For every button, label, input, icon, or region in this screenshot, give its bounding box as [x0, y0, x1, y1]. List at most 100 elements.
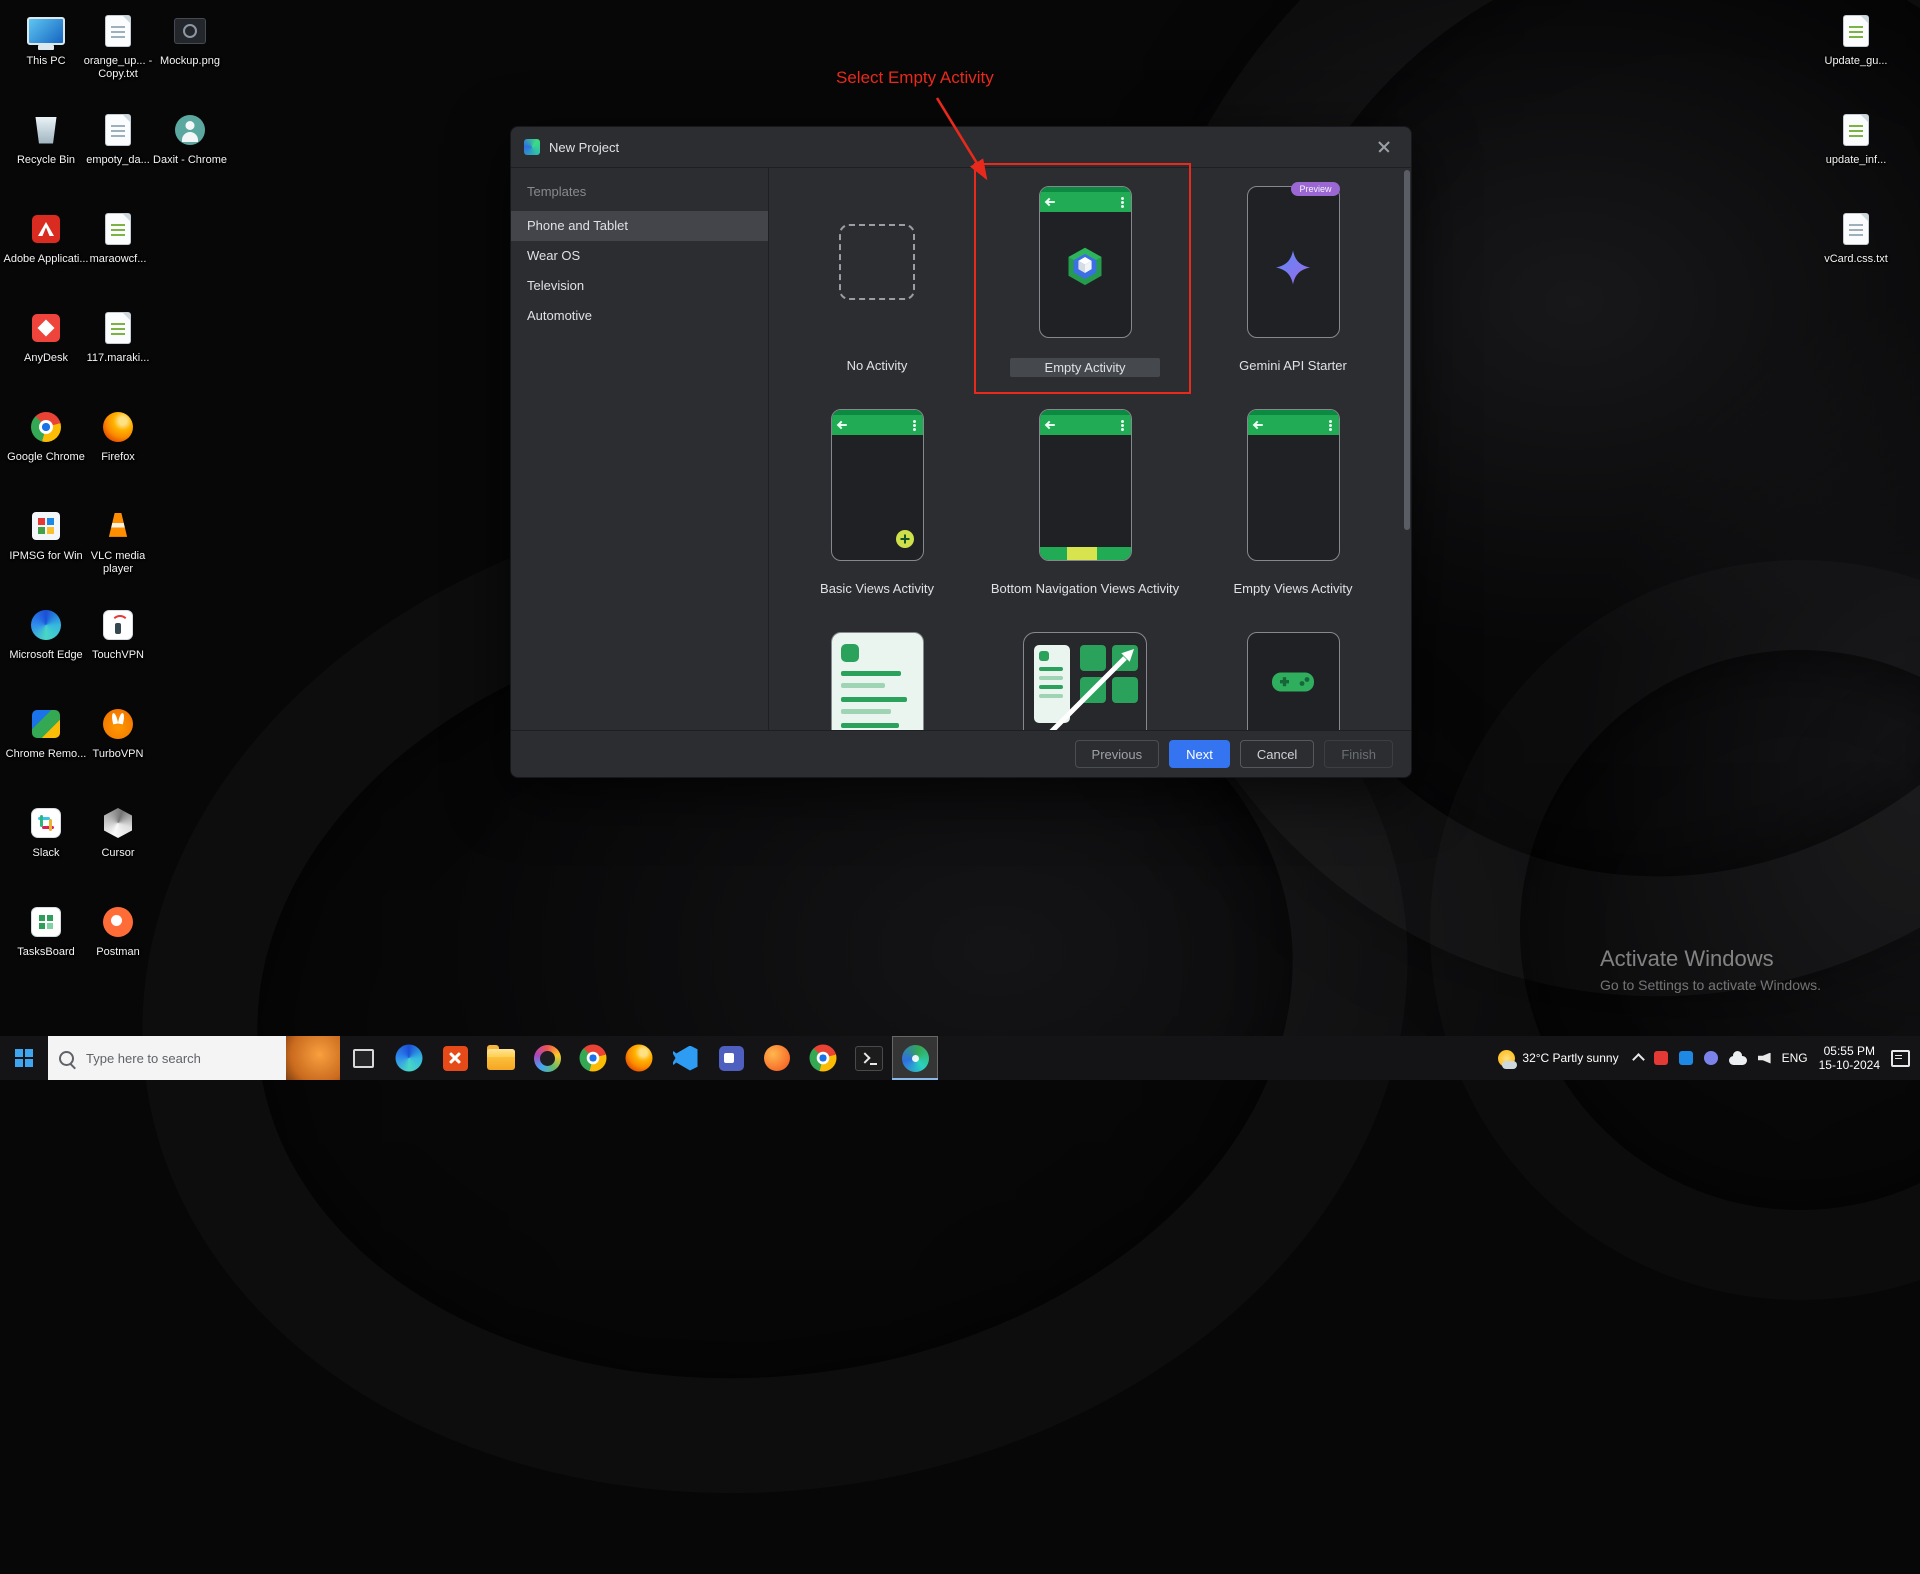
sidebar-item-automotive[interactable]: Automotive [511, 301, 768, 331]
desktop-icon-label: AnyDesk [23, 352, 69, 364]
previous-button[interactable]: Previous [1074, 740, 1160, 768]
desktop-icon-mockup-png[interactable]: Mockup.png [146, 6, 234, 102]
search-highlight-image[interactable] [286, 1036, 340, 1080]
taskbar-app-file-explorer[interactable] [478, 1036, 524, 1080]
back-arrow-icon [1254, 424, 1263, 426]
taskbar-search[interactable] [48, 1036, 340, 1080]
cancel-button[interactable]: Cancel [1239, 740, 1315, 768]
template-card-empty-views-activity[interactable]: Empty Views Activity [1189, 391, 1397, 614]
diagonal-arrow-icon [1049, 649, 1134, 730]
taskbar-app-edge[interactable] [386, 1036, 432, 1080]
next-button[interactable]: Next [1169, 740, 1230, 768]
taskbar: 32°C Partly sunny ENG 05:55 PM 15-10-202… [0, 1036, 1920, 1080]
template-card-no-activity[interactable]: No Activity [773, 168, 981, 391]
desktop-icon-touchvpn[interactable]: TouchVPN [74, 600, 162, 696]
taskbar-app-opera[interactable] [754, 1036, 800, 1080]
dialog-body: Templates Phone and Tablet Wear OS Telev… [511, 168, 1411, 730]
onedrive-icon[interactable] [1728, 1051, 1747, 1065]
desktop-icon-label: Slack [32, 847, 60, 859]
template-label: Basic Views Activity [820, 581, 934, 596]
image-file-icon [174, 18, 206, 44]
template-label: No Activity [846, 358, 908, 373]
desktop-icon-label: 117.maraki... [86, 352, 150, 364]
fab-plus-icon [895, 530, 914, 548]
text-file-icon [106, 214, 130, 244]
desktop-icon-maraowcf[interactable]: maraowcf... [74, 204, 162, 300]
desktop-icon-postman[interactable]: Postman [74, 897, 162, 993]
scrollbar[interactable] [1404, 170, 1410, 530]
desktop-icon-update-inf[interactable]: update_inf... [1812, 105, 1900, 201]
sidebar-item-television[interactable]: Television [511, 271, 768, 301]
weather-widget[interactable]: 32°C Partly sunny [1494, 1049, 1622, 1069]
task-view-button[interactable] [340, 1036, 386, 1080]
search-input[interactable] [84, 1049, 248, 1067]
desktop-icon-turbovpn[interactable]: TurboVPN [74, 699, 162, 795]
desktop-icon-label: Recycle Bin [16, 154, 76, 166]
back-arrow-icon [1046, 201, 1055, 203]
text-file-icon [1844, 214, 1868, 244]
taskbar-app-photos[interactable] [524, 1036, 570, 1080]
tray-app-icon-red[interactable] [1653, 1051, 1668, 1065]
template-card-gemini-api-starter[interactable]: Preview Gemini API Starter [1189, 168, 1397, 391]
preview-badge: Preview [1291, 182, 1340, 196]
notification-center-icon[interactable] [1891, 1049, 1910, 1067]
desktop-icon-label: Daxit - Chrome [153, 154, 227, 166]
terminal-icon [855, 1045, 883, 1071]
desktop-icon-label: vCard.css.txt [1824, 253, 1888, 265]
template-card-basic-views-activity[interactable]: Basic Views Activity [773, 391, 981, 614]
taskbar-app-chrome[interactable] [570, 1036, 616, 1080]
bottom-nav-art [1038, 409, 1132, 561]
navigation-template-art [1023, 632, 1147, 730]
watermark-line2: Go to Settings to activate Windows. [1600, 977, 1821, 993]
overflow-menu-icon [912, 423, 916, 427]
desktop-icon-vcard-css[interactable]: vCard.css.txt [1812, 204, 1900, 300]
sidebar-item-wear-os[interactable]: Wear OS [511, 241, 768, 271]
basic-views-art [830, 409, 924, 561]
desktop-icon-firefox[interactable]: Firefox [74, 402, 162, 498]
photos-icon [533, 1044, 561, 1072]
taskbar-app-android-studio[interactable] [892, 1036, 938, 1080]
desktop-icon-vlc[interactable]: VLC media player [74, 501, 162, 597]
orange-app-icon [442, 1045, 468, 1071]
new-project-dialog: New Project Templates Phone and Tablet W… [510, 126, 1412, 778]
list-template-art [830, 632, 924, 730]
empty-views-art [1246, 409, 1340, 561]
sidebar-header: Templates [527, 184, 587, 199]
desktop-icon-label: Mockup.png [160, 55, 220, 67]
desktop-icon-117-maraki[interactable]: 117.maraki... [74, 303, 162, 399]
template-card-partial-list[interactable] [773, 614, 981, 730]
language-indicator[interactable]: ENG [1782, 1051, 1808, 1065]
activate-windows-watermark: Activate Windows Go to Settings to activ… [1600, 946, 1821, 993]
template-card-partial-game[interactable] [1189, 614, 1397, 730]
sidebar-item-phone-and-tablet[interactable]: Phone and Tablet [511, 211, 768, 241]
volume-icon[interactable] [1757, 1052, 1771, 1064]
chrome-icon [31, 412, 61, 442]
taskbar-app-chrome-2[interactable] [800, 1036, 846, 1080]
finish-button[interactable]: Finish [1324, 740, 1393, 768]
clock-time: 05:55 PM [1823, 1044, 1875, 1058]
tray-expand-icon[interactable] [1631, 1053, 1645, 1066]
weather-sun-icon [1498, 1049, 1518, 1069]
tray-app-icon-blue[interactable] [1678, 1051, 1693, 1065]
taskbar-app-firefox[interactable] [616, 1036, 662, 1080]
desktop-icon-update-gu[interactable]: Update_gu... [1812, 6, 1900, 102]
close-icon[interactable] [1370, 133, 1398, 161]
taskbar-app-terminal[interactable] [846, 1036, 892, 1080]
back-arrow-icon [838, 424, 847, 426]
tray-teams-icon[interactable] [1703, 1051, 1718, 1065]
chrome-icon [809, 1044, 837, 1072]
taskbar-app-vscode[interactable] [662, 1036, 708, 1080]
template-card-empty-activity[interactable]: Empty Activity [981, 168, 1189, 391]
taskbar-app-orange[interactable] [432, 1036, 478, 1080]
this-pc-icon [27, 17, 65, 45]
desktop-icon-label: Cursor [101, 847, 135, 859]
start-button[interactable] [0, 1036, 48, 1080]
template-card-partial-navigation[interactable] [981, 614, 1189, 730]
desktop-icon-daxit-chrome[interactable]: Daxit - Chrome [146, 105, 234, 201]
template-card-bottom-navigation-views-activity[interactable]: Bottom Navigation Views Activity [981, 391, 1189, 614]
taskbar-app-teams[interactable] [708, 1036, 754, 1080]
dialog-title: New Project [549, 139, 620, 155]
desktop-icon-cursor[interactable]: Cursor [74, 798, 162, 894]
clock[interactable]: 05:55 PM 15-10-2024 [1819, 1044, 1880, 1072]
template-grid: No Activity Empty Activity Preview Gemin… [773, 168, 1397, 730]
